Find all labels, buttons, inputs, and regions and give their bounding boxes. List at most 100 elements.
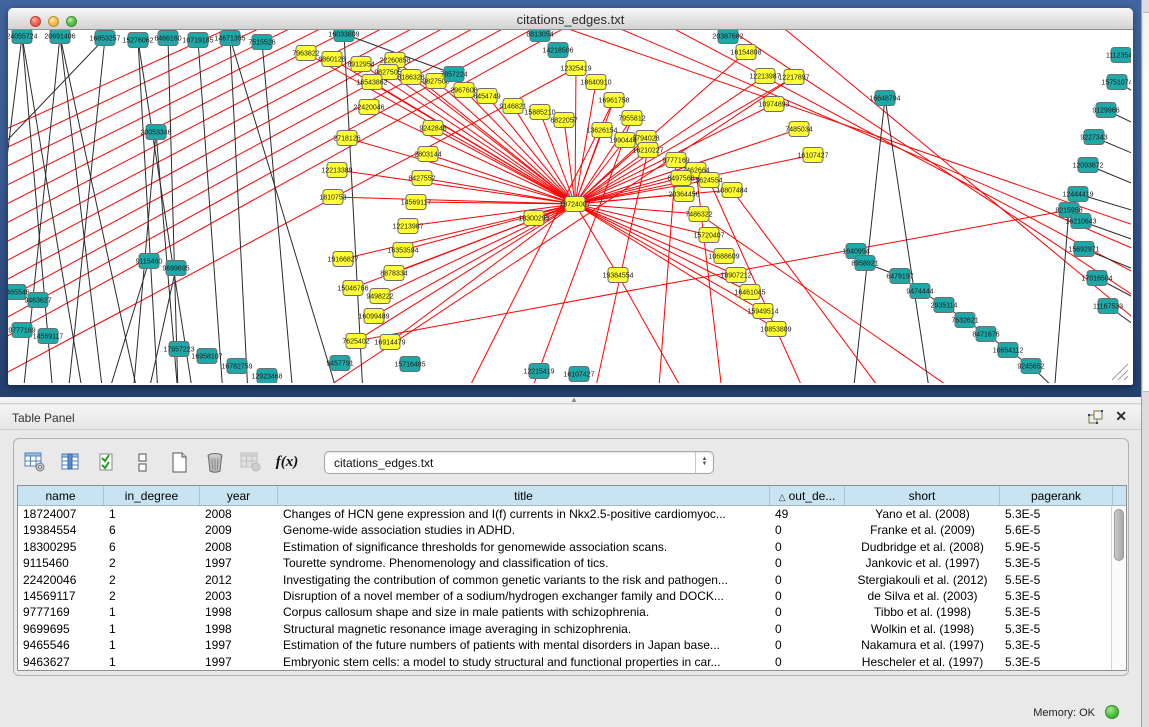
table-cell[interactable]: 5.3E-5 (1000, 506, 1113, 522)
citation-graph[interactable]: 1872400718300295796382288601288912954222… (8, 30, 1131, 383)
table-selector-dropdown[interactable]: citations_edges.txt ▲▼ (324, 451, 714, 474)
table-cell[interactable]: 1 (104, 637, 200, 653)
table-cell[interactable]: 9777169 (18, 604, 104, 620)
table-cell[interactable]: Jankovic et al. (1997) (845, 555, 1000, 571)
table-cell[interactable]: 5.5E-5 (1000, 572, 1113, 588)
table-cell[interactable]: Estimation of significance thresholds fo… (278, 539, 770, 555)
table-cell[interactable]: 9463627 (18, 654, 104, 670)
table-cell[interactable]: 22420046 (18, 572, 104, 588)
table-cell[interactable]: 2008 (200, 539, 278, 555)
table-row[interactable]: 1456911722003Disruption of a novel membe… (18, 588, 1126, 604)
table-header-row[interactable]: namein_degreeyeartitle△out_de...shortpag… (18, 486, 1126, 506)
table-cell[interactable]: Structural magnetic resonance image aver… (278, 621, 770, 637)
table-cell[interactable]: 6 (104, 522, 200, 538)
table-cell[interactable]: 18300295 (18, 539, 104, 555)
table-cell[interactable]: 5.9E-5 (1000, 539, 1113, 555)
table-cell[interactable]: 1997 (200, 654, 278, 670)
table-cell[interactable]: Changes of HCN gene expression and I(f) … (278, 506, 770, 522)
splitter-grip-icon[interactable]: ▲ (570, 398, 579, 403)
table-cell[interactable]: 0 (770, 588, 845, 604)
table-cell[interactable]: 18724007 (18, 506, 104, 522)
function-icon[interactable]: f(x) (274, 449, 300, 475)
table-cell[interactable]: 5.3E-5 (1000, 654, 1113, 670)
right-panel-gutter[interactable] (1141, 0, 1149, 727)
close-panel-icon[interactable]: ✕ (1115, 408, 1127, 425)
table-cell[interactable]: 0 (770, 522, 845, 538)
table-cell[interactable]: 5.3E-5 (1000, 621, 1113, 637)
table-cell[interactable]: Franke et al. (2009) (845, 522, 1000, 538)
table-mode-icon[interactable] (22, 449, 48, 475)
table-cell[interactable]: 19384554 (18, 522, 104, 538)
table-row[interactable]: 911546021997Tourette syndrome. Phenomeno… (18, 555, 1126, 571)
table-cell[interactable]: 1998 (200, 604, 278, 620)
table-cell[interactable]: Hescheler et al. (1997) (845, 654, 1000, 670)
table-cell[interactable]: 1997 (200, 637, 278, 653)
table-cell[interactable]: 2 (104, 555, 200, 571)
table-cell[interactable]: 5.3E-5 (1000, 555, 1113, 571)
column-header-year[interactable]: year (200, 486, 278, 505)
table-cell[interactable]: 9115460 (18, 555, 104, 571)
table-cell[interactable]: 1 (104, 604, 200, 620)
table-cell[interactable]: 0 (770, 572, 845, 588)
table-cell[interactable]: Corpus callosum shape and size in male p… (278, 604, 770, 620)
dropdown-stepper-icon[interactable]: ▲▼ (695, 452, 713, 473)
table-cell[interactable]: 5.3E-5 (1000, 588, 1113, 604)
column-header-name[interactable]: name (18, 486, 104, 505)
column-header-pagerank[interactable]: pagerank (1000, 486, 1113, 505)
table-row[interactable]: 1872400712008Changes of HCN gene express… (18, 506, 1126, 522)
table-row[interactable]: 946554611997Estimation of the future num… (18, 637, 1126, 653)
table-cell[interactable]: 2012 (200, 572, 278, 588)
table-row[interactable]: 1830029562008Estimation of significance … (18, 539, 1126, 555)
table-cell[interactable]: Dudbridge et al. (2008) (845, 539, 1000, 555)
table-cell[interactable]: 1998 (200, 621, 278, 637)
table-cell[interactable]: Disruption of a novel member of a sodium… (278, 588, 770, 604)
table-cell[interactable]: 1 (104, 506, 200, 522)
table-row[interactable]: 946362711997Embryonic stem cells: a mode… (18, 654, 1126, 670)
table-cell[interactable]: Estimation of the future numbers of pati… (278, 637, 770, 653)
table-row[interactable]: 1938455462009Genome-wide association stu… (18, 522, 1126, 538)
table-cell[interactable]: 1 (104, 621, 200, 637)
vertical-scrollbar[interactable] (1111, 506, 1126, 670)
table-row[interactable]: 2242004622012Investigating the contribut… (18, 572, 1126, 588)
table-cell[interactable]: 2008 (200, 506, 278, 522)
node-table[interactable]: namein_degreeyeartitle△out_de...shortpag… (17, 485, 1127, 671)
scrollbar-thumb[interactable] (1114, 509, 1124, 561)
table-cell[interactable]: 5.3E-5 (1000, 604, 1113, 620)
table-cell[interactable]: 0 (770, 555, 845, 571)
table-cell[interactable]: Tibbo et al. (1998) (845, 604, 1000, 620)
table-cell[interactable]: Embryonic stem cells: a model to study s… (278, 654, 770, 670)
table-cell[interactable]: 2009 (200, 522, 278, 538)
table-cell[interactable]: 0 (770, 621, 845, 637)
rows-icon[interactable] (130, 449, 156, 475)
table-cell[interactable]: 2003 (200, 588, 278, 604)
table-cell[interactable]: Wolkin et al. (1998) (845, 621, 1000, 637)
column-header-in_degree[interactable]: in_degree (104, 486, 200, 505)
table-cell[interactable]: 1997 (200, 555, 278, 571)
column-header-title[interactable]: title (278, 486, 770, 505)
table-cell[interactable]: Investigating the contribution of common… (278, 572, 770, 588)
table-cell[interactable]: 5.3E-5 (1000, 637, 1113, 653)
table-cell[interactable]: 0 (770, 604, 845, 620)
table-row[interactable]: 969969511998Structural magnetic resonanc… (18, 621, 1126, 637)
show-columns-icon[interactable] (58, 449, 84, 475)
table-cell[interactable]: 0 (770, 637, 845, 653)
table-cell[interactable]: 14569117 (18, 588, 104, 604)
network-canvas[interactable]: 1872400718300295796382288601288912954222… (8, 30, 1131, 383)
table-cell[interactable]: 5.6E-5 (1000, 522, 1113, 538)
resize-grip-icon[interactable] (1112, 364, 1128, 380)
column-header-short[interactable]: short (845, 486, 1000, 505)
table-cell[interactable]: 2 (104, 572, 200, 588)
network-window[interactable]: citations_edges.txt 18724007183002957963… (8, 8, 1133, 385)
table-cell[interactable]: Tourette syndrome. Phenomenology and cla… (278, 555, 770, 571)
table-cell[interactable]: 9699695 (18, 621, 104, 637)
table-cell[interactable]: 0 (770, 539, 845, 555)
table-cell[interactable]: Stergiakouli et al. (2012) (845, 572, 1000, 588)
table-cell[interactable]: 1 (104, 654, 200, 670)
table-cell[interactable]: 0 (770, 654, 845, 670)
table-cell[interactable]: de Silva et al. (2003) (845, 588, 1000, 604)
table-cell[interactable]: Genome-wide association studies in ADHD. (278, 522, 770, 538)
table-cell[interactable]: 6 (104, 539, 200, 555)
new-document-icon[interactable] (166, 449, 192, 475)
horizontal-splitter[interactable]: ▲ (0, 397, 1141, 404)
table-body[interactable]: 1872400712008Changes of HCN gene express… (18, 506, 1126, 670)
